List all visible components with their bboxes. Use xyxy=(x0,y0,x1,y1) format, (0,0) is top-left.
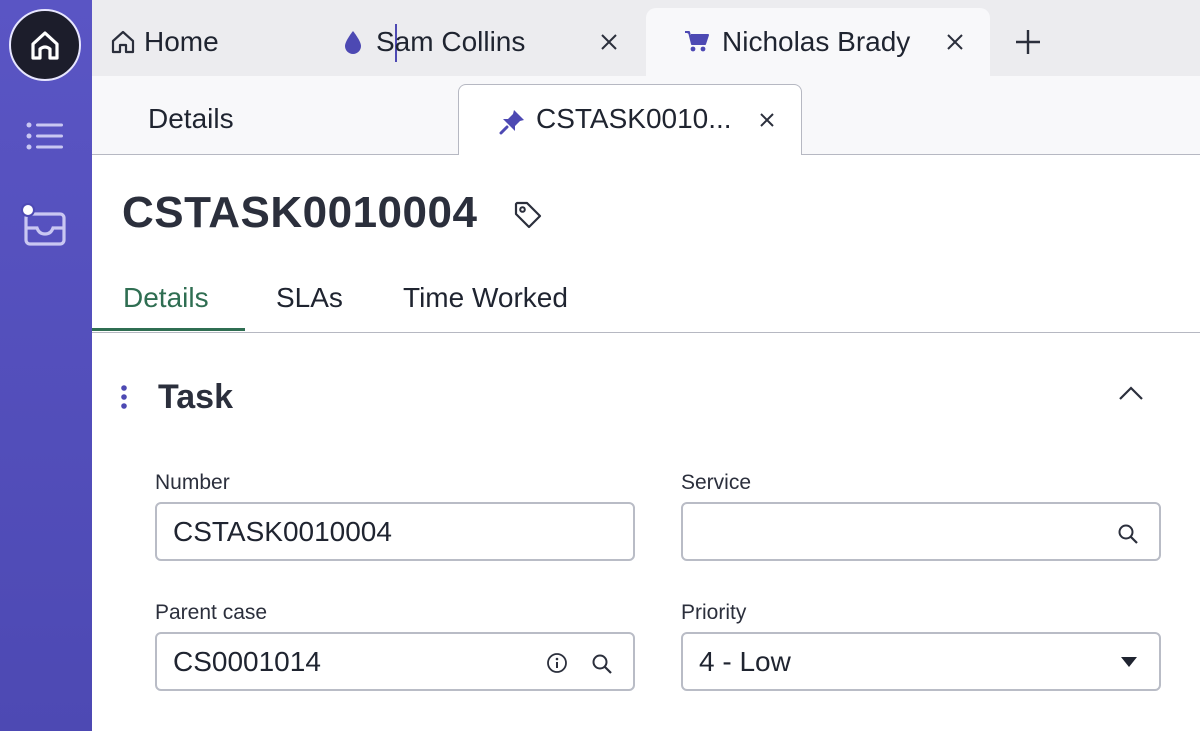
record-tab-strip: Details CSTASK0010... xyxy=(92,76,1200,155)
list-rail-button[interactable] xyxy=(26,122,64,157)
add-tab-icon[interactable] xyxy=(1014,28,1042,56)
service-label: Service xyxy=(681,471,752,494)
parent-case-field[interactable]: CS0001014 xyxy=(155,632,635,691)
priority-select[interactable]: 4 - Low xyxy=(681,632,1161,691)
section-title: Task xyxy=(158,378,233,416)
workspace-tab-home[interactable]: Home xyxy=(110,8,219,76)
tab-slas[interactable]: SLAs xyxy=(276,282,343,314)
workspace-tab-nicholas-brady[interactable]: Nicholas Brady xyxy=(646,8,990,76)
close-icon[interactable] xyxy=(946,33,964,51)
number-field[interactable]: CSTASK0010004 xyxy=(155,502,635,561)
form-tabs: Details SLAs Time Worked xyxy=(92,272,1200,333)
workspace-tab-strip: Home Sam Collins Nicholas Brady xyxy=(92,0,1200,76)
close-icon[interactable] xyxy=(759,112,775,128)
priority-label: Priority xyxy=(681,601,747,624)
drop-icon xyxy=(345,31,361,54)
tab-details[interactable]: Details xyxy=(123,282,209,314)
left-rail xyxy=(0,0,92,731)
parent-case-label: Parent case xyxy=(155,601,268,624)
service-field[interactable] xyxy=(681,502,1161,561)
number-value: CSTASK0010004 xyxy=(173,515,392,547)
tag-icon[interactable] xyxy=(513,200,543,230)
pin-icon xyxy=(499,110,524,135)
inbox-rail-button[interactable] xyxy=(20,200,70,255)
search-icon[interactable] xyxy=(591,653,613,675)
close-icon[interactable] xyxy=(600,33,618,51)
subtab-label: CSTASK0010... xyxy=(536,103,732,134)
number-label: Number xyxy=(155,471,230,494)
section-menu-icon[interactable] xyxy=(120,384,128,410)
home-icon xyxy=(111,30,135,54)
home-icon xyxy=(31,31,59,60)
cart-icon xyxy=(685,31,709,52)
list-icon xyxy=(26,122,63,150)
inbox-icon xyxy=(21,203,66,246)
chevron-up-icon[interactable] xyxy=(1118,384,1144,402)
active-tab-indicator xyxy=(92,328,245,331)
search-icon[interactable] xyxy=(1117,523,1139,545)
workspace-tab-label: Home xyxy=(144,26,219,57)
workspace-tab-label: Nicholas Brady xyxy=(722,26,911,57)
parent-case-value: CS0001014 xyxy=(173,645,321,677)
workspace-tab-sam-collins[interactable]: Sam Collins xyxy=(342,8,632,76)
record-title: CSTASK0010004 xyxy=(122,188,478,237)
tab-time-worked[interactable]: Time Worked xyxy=(403,282,568,314)
home-rail-button[interactable] xyxy=(9,9,81,81)
workspace-tab-label: Sam Collins xyxy=(376,26,526,57)
info-icon[interactable] xyxy=(546,652,568,674)
subtab-cstask[interactable]: CSTASK0010... xyxy=(458,84,802,155)
caret-down-icon[interactable] xyxy=(1120,656,1138,668)
subtab-details[interactable]: Details xyxy=(148,103,234,135)
priority-value: 4 - Low xyxy=(699,645,791,677)
